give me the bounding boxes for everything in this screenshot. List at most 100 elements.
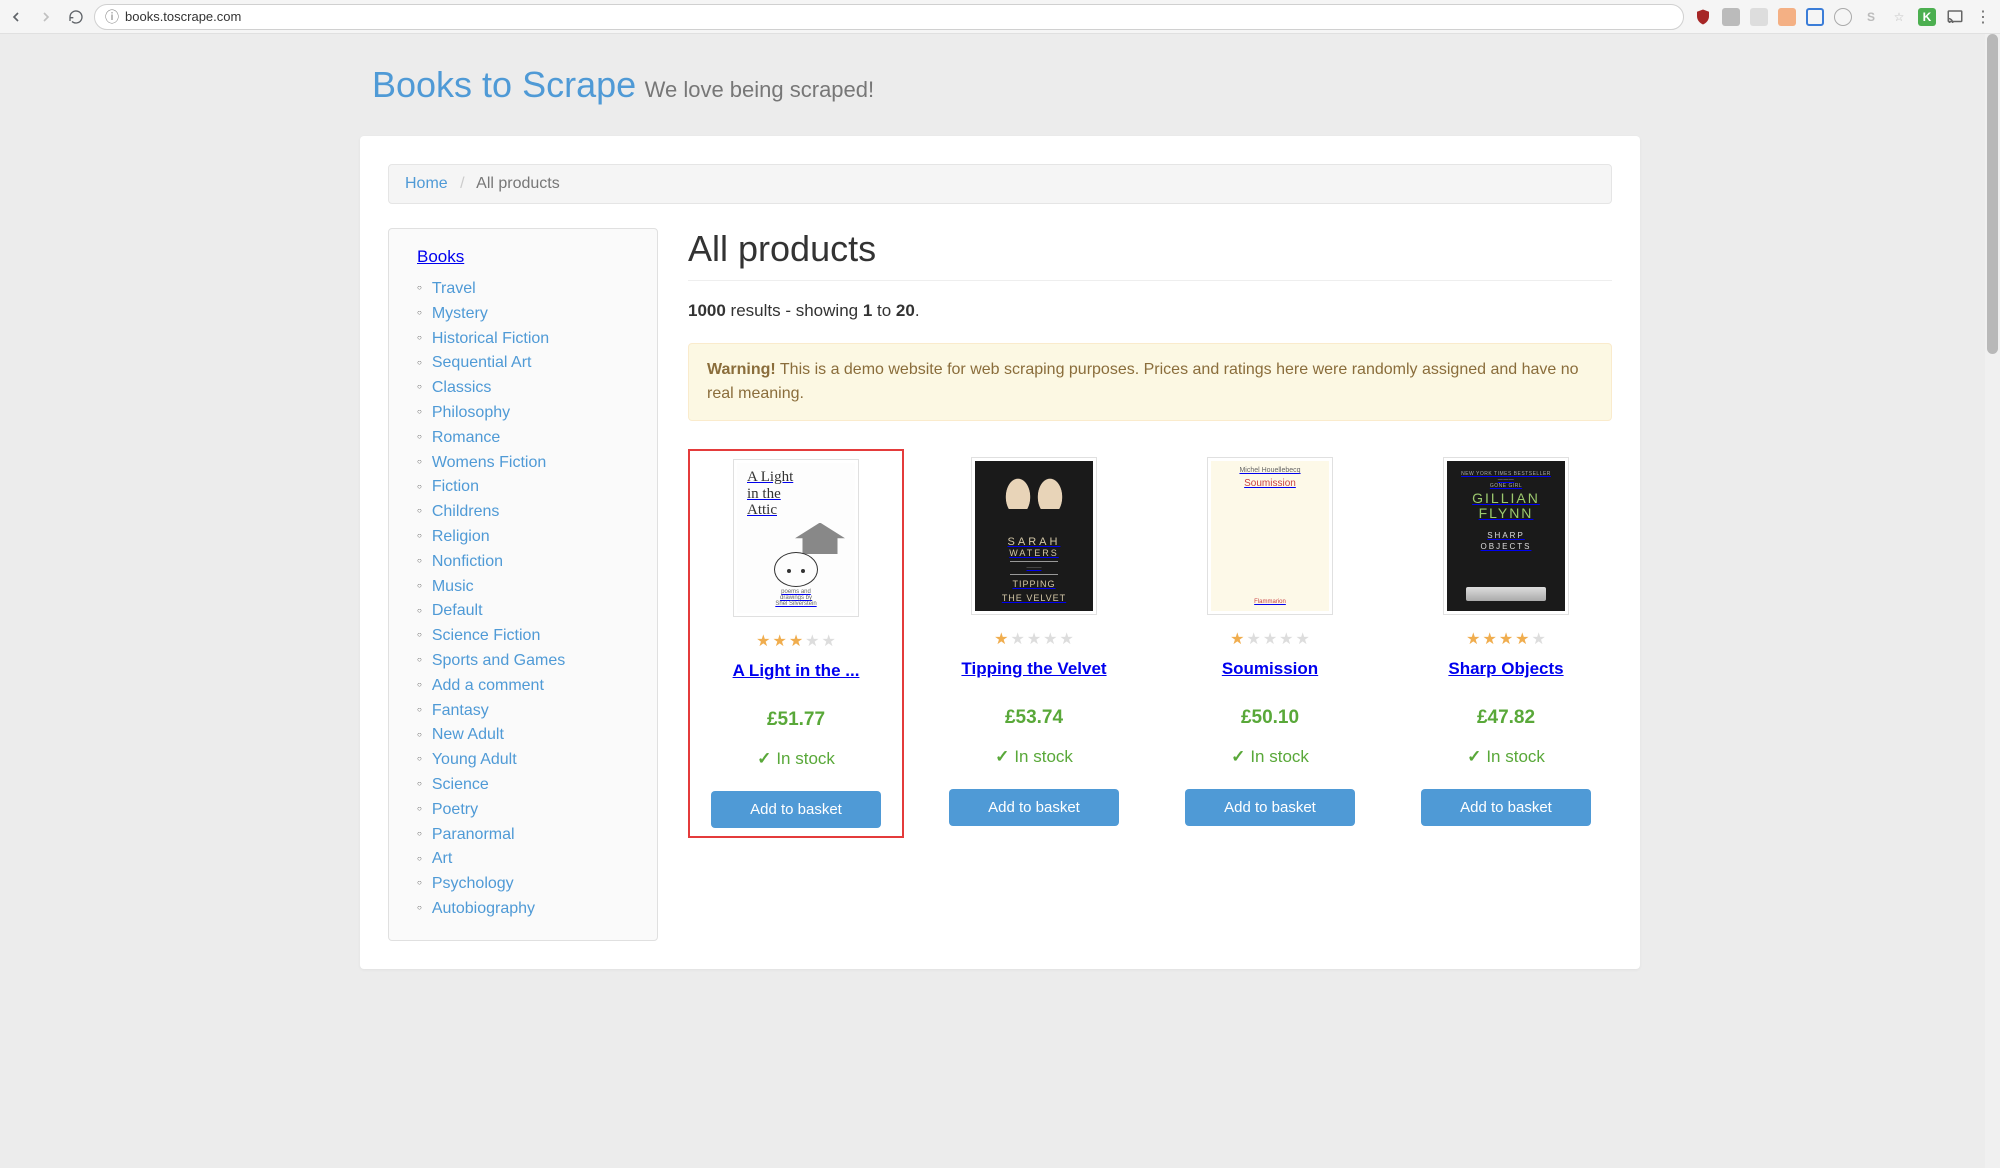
reload-icon[interactable] <box>68 9 84 25</box>
ext-icon-6[interactable] <box>1834 8 1852 26</box>
category-sidebar: Books TravelMysteryHistorical FictionSeq… <box>388 228 658 941</box>
category-link[interactable]: Classics <box>432 376 492 401</box>
product-price: £50.10 <box>1170 707 1370 729</box>
product-title-link[interactable]: Soumission <box>1222 659 1318 678</box>
category-item: Childrens <box>417 500 639 525</box>
category-item: Default <box>417 599 639 624</box>
ublock-icon[interactable] <box>1694 8 1712 26</box>
stock-status: ✓ In stock <box>934 747 1134 767</box>
category-link[interactable]: Sequential Art <box>432 351 532 376</box>
url-text: books.toscrape.com <box>125 9 241 24</box>
product-title-link[interactable]: Tipping the Velvet <box>961 659 1106 678</box>
product-card: SARAHWATERS———TIPPINGTHE VELVET ★★★★★ Ti… <box>928 449 1140 838</box>
site-info-icon[interactable]: ⓘ <box>105 7 119 27</box>
category-link[interactable]: Fantasy <box>432 699 489 724</box>
category-link[interactable]: Add a comment <box>432 674 544 699</box>
results-mid: results - showing <box>726 301 863 320</box>
check-icon: ✓ <box>1231 747 1245 767</box>
category-item: Philosophy <box>417 401 639 426</box>
site-title-link[interactable]: Books to Scrape <box>372 64 636 105</box>
breadcrumb: Home / All products <box>388 164 1612 204</box>
category-link[interactable]: Historical Fiction <box>432 327 549 352</box>
star-rating: ★★★★★ <box>696 631 896 651</box>
category-link[interactable]: Autobiography <box>432 897 535 922</box>
star-icon: ★ <box>994 629 1008 649</box>
category-item: Autobiography <box>417 897 639 922</box>
category-link[interactable]: Mystery <box>432 302 488 327</box>
category-link[interactable]: Young Adult <box>432 748 517 773</box>
category-link[interactable]: Philosophy <box>432 401 510 426</box>
breadcrumb-current: All products <box>476 175 560 192</box>
category-link[interactable]: Childrens <box>432 500 500 525</box>
category-link[interactable]: Poetry <box>432 798 478 823</box>
product-price: £47.82 <box>1406 707 1606 729</box>
category-link[interactable]: Nonfiction <box>432 550 503 575</box>
category-link[interactable]: Science Fiction <box>432 624 541 649</box>
category-item: Science Fiction <box>417 624 639 649</box>
ext-icon-3[interactable] <box>1750 8 1768 26</box>
star-icon: ★ <box>772 631 786 651</box>
star-icon: ★ <box>1010 629 1024 649</box>
category-link[interactable]: Romance <box>432 426 500 451</box>
category-link[interactable]: Art <box>432 847 452 872</box>
results-info: 1000 results - showing 1 to 20. <box>688 301 1612 321</box>
product-image-link[interactable]: NEW YORK TIMES BESTSELLER———GONE GIRLGIL… <box>1443 457 1569 615</box>
breadcrumb-home[interactable]: Home <box>405 175 448 192</box>
extension-icons: S ☆ K ⋮ <box>1694 8 1992 26</box>
category-item: Travel <box>417 277 639 302</box>
category-link[interactable]: Psychology <box>432 872 514 897</box>
product-card: NEW YORK TIMES BESTSELLER———GONE GIRLGIL… <box>1400 449 1612 838</box>
category-link[interactable]: Fiction <box>432 475 479 500</box>
scrollbar-thumb[interactable] <box>1987 34 1998 354</box>
product-image-link[interactable]: A Lightin theAtticpoems anddrawings bySh… <box>733 459 859 617</box>
add-to-basket-button[interactable]: Add to basket <box>1185 789 1355 826</box>
forward-icon[interactable] <box>38 9 54 25</box>
main-panel: Home / All products Books TravelMysteryH… <box>360 136 1640 969</box>
ext-icon-2[interactable] <box>1722 8 1740 26</box>
warning-alert: Warning! This is a demo website for web … <box>688 343 1612 421</box>
star-icon: ★ <box>1466 629 1480 649</box>
add-to-basket-button[interactable]: Add to basket <box>1421 789 1591 826</box>
category-item: Classics <box>417 376 639 401</box>
category-link[interactable]: Music <box>432 575 474 600</box>
address-bar[interactable]: ⓘ books.toscrape.com <box>94 4 1684 30</box>
product-image-link[interactable]: Michel HouellebecqSoumissionFlammarion <box>1207 457 1333 615</box>
sidebar-heading[interactable]: Books <box>417 247 639 267</box>
bookmark-star-icon[interactable]: ☆ <box>1890 8 1908 26</box>
star-icon: ★ <box>789 631 803 651</box>
product-title-link[interactable]: A Light in the ... <box>733 661 860 680</box>
category-link[interactable]: New Adult <box>432 723 504 748</box>
skype-icon[interactable]: S <box>1862 8 1880 26</box>
results-end: . <box>915 301 920 320</box>
category-item: Fantasy <box>417 699 639 724</box>
category-link[interactable]: Travel <box>432 277 476 302</box>
category-link[interactable]: Womens Fiction <box>432 451 546 476</box>
add-to-basket-button[interactable]: Add to basket <box>949 789 1119 826</box>
chrome-menu-icon[interactable]: ⋮ <box>1974 8 1992 26</box>
product-image-link[interactable]: SARAHWATERS———TIPPINGTHE VELVET <box>971 457 1097 615</box>
star-icon: ★ <box>1263 629 1277 649</box>
category-link[interactable]: Paranormal <box>432 823 515 848</box>
check-icon: ✓ <box>995 747 1009 767</box>
star-icon: ★ <box>1230 629 1244 649</box>
category-item: Poetry <box>417 798 639 823</box>
product-title-link[interactable]: Sharp Objects <box>1448 659 1563 678</box>
scrollbar-track[interactable] <box>1985 34 2000 1168</box>
check-icon: ✓ <box>757 749 771 769</box>
star-icon: ★ <box>1532 629 1546 649</box>
product-card: Michel HouellebecqSoumissionFlammarion ★… <box>1164 449 1376 838</box>
check-icon: ✓ <box>1467 747 1481 767</box>
add-to-basket-button[interactable]: Add to basket <box>711 791 881 828</box>
browser-toolbar: ⓘ books.toscrape.com S ☆ K ⋮ <box>0 0 2000 34</box>
ext-icon-k[interactable]: K <box>1918 8 1936 26</box>
category-link[interactable]: Sports and Games <box>432 649 565 674</box>
category-link[interactable]: Default <box>432 599 483 624</box>
sidebar-heading-link[interactable]: Books <box>417 247 464 266</box>
category-link[interactable]: Science <box>432 773 489 798</box>
ext-icon-4[interactable] <box>1778 8 1796 26</box>
product-card: A Lightin theAtticpoems anddrawings bySh… <box>688 449 904 838</box>
ext-icon-5[interactable] <box>1806 8 1824 26</box>
category-link[interactable]: Religion <box>432 525 490 550</box>
cast-icon[interactable] <box>1946 8 1964 26</box>
back-icon[interactable] <box>8 9 24 25</box>
